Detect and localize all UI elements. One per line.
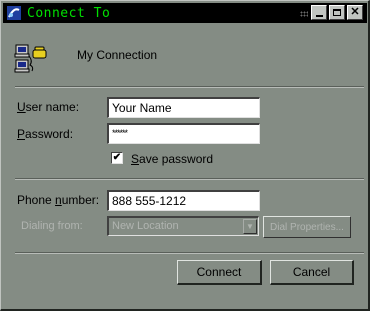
close-icon: ✕ — [350, 6, 360, 18]
maximize-icon — [333, 9, 341, 16]
password-field[interactable]: ****** — [107, 123, 260, 144]
phone-number-label: Phone number: — [17, 193, 100, 207]
username-field[interactable]: Your Name — [107, 97, 260, 118]
dialing-from-dropdown[interactable]: New Location ▼ — [107, 216, 259, 236]
connect-to-dialog: Connect To ✕ My Connection User name: Yo… — [0, 0, 370, 311]
save-password-checkbox[interactable]: ✔ — [111, 152, 123, 164]
dialing-from-label: Dialing from: — [21, 220, 83, 232]
minimize-icon — [315, 14, 323, 17]
window-title: Connect To — [27, 5, 111, 21]
username-label: User name: — [17, 100, 80, 114]
connect-button[interactable]: Connect — [177, 260, 262, 285]
close-button[interactable]: ✕ — [347, 5, 363, 20]
phone-number-field[interactable]: 888 555-1212 — [107, 190, 260, 211]
password-label: Password: — [17, 127, 74, 141]
connection-name: My Connection — [77, 48, 158, 62]
dial-up-networking-icon — [7, 6, 21, 20]
save-password-label[interactable]: Save password — [131, 152, 213, 166]
title-bar-texture — [300, 11, 308, 17]
separator — [15, 178, 364, 180]
chevron-down-icon: ▼ — [243, 219, 257, 234]
title-bar[interactable]: Connect To ✕ — [3, 3, 367, 23]
separator — [15, 252, 364, 254]
maximize-button[interactable] — [329, 5, 345, 20]
dialing-from-value: New Location — [112, 220, 179, 232]
dial-up-computers-icon — [14, 44, 47, 73]
cancel-button[interactable]: Cancel — [270, 260, 354, 285]
minimize-button[interactable] — [311, 5, 327, 20]
separator — [15, 86, 364, 88]
dial-properties-button[interactable]: Dial Properties... — [263, 216, 351, 238]
